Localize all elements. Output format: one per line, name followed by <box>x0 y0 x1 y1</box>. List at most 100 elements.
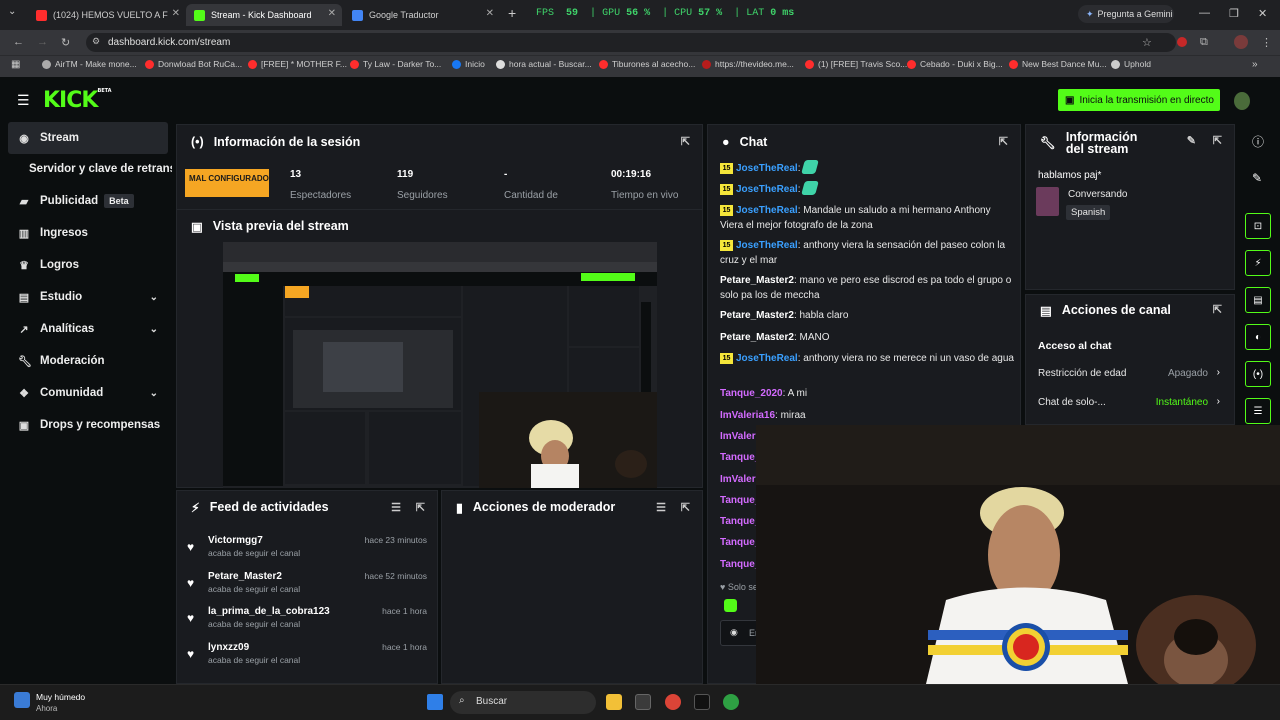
go-live-button[interactable]: ▣ Inicia la transmisión en directo <box>1058 89 1220 111</box>
bookmark-item[interactable]: Uphold <box>1111 59 1151 69</box>
sidebar-item-server-key[interactable]: Servidor y clave de retransmisión <box>8 153 172 185</box>
chat-username[interactable]: Petare_Master2 <box>720 332 794 343</box>
emote-picker-icon[interactable] <box>724 599 737 612</box>
bookmark-item[interactable]: Tiburones al acecho... <box>599 59 695 69</box>
extension-icon[interactable] <box>1177 37 1187 47</box>
store-icon[interactable] <box>635 694 651 710</box>
popout-icon[interactable]: ⇱ <box>999 135 1008 148</box>
sidebar-item-analytics[interactable]: ↗ Analíticas ⌄ <box>8 313 168 345</box>
sidebar-item-revenue[interactable]: ▥ Ingresos <box>8 217 168 249</box>
chat-username[interactable]: JoseTheReal <box>736 353 798 364</box>
chat-username[interactable]: Tanque_ <box>720 516 760 527</box>
menu-dots-icon[interactable]: ⋮ <box>1261 36 1272 49</box>
sidebar-item-community[interactable]: ❖ Comunidad ⌄ <box>8 377 168 409</box>
chat-username[interactable]: Tanque_ <box>720 452 760 463</box>
file-explorer-icon[interactable] <box>606 694 622 710</box>
chat-username[interactable]: Petare_Master2 <box>720 275 794 286</box>
tab-search-icon[interactable]: ⌄ <box>8 6 16 17</box>
popout-icon[interactable]: ⇱ <box>681 135 690 148</box>
rail-chat-button[interactable]: ◐ <box>1245 324 1271 350</box>
chat-username[interactable]: JoseTheReal <box>736 163 798 174</box>
edit-pencil-icon[interactable]: ✎ <box>1252 171 1262 185</box>
chat-username[interactable]: Tanque_ <box>720 559 760 570</box>
minimize-icon[interactable]: — <box>1199 7 1210 19</box>
close-icon[interactable]: ✕ <box>172 8 180 19</box>
bookmark-item[interactable]: (1) [FREE] Travis Sco... <box>805 59 907 69</box>
bookmark-item[interactable]: Donwload Bot RuCa... <box>145 59 242 69</box>
chat-username[interactable]: JoseTheReal <box>736 184 798 195</box>
profile-avatar[interactable] <box>1234 35 1248 49</box>
chat-username[interactable]: Tanque_ <box>720 537 760 548</box>
close-icon[interactable]: ✕ <box>486 8 494 19</box>
filter-icon[interactable]: ☰ <box>391 501 401 514</box>
bookmark-item[interactable]: Cebado - Duki x Big... <box>907 59 1003 69</box>
chat-username[interactable]: ImValeri <box>720 474 758 485</box>
reload-icon[interactable]: ↻ <box>61 36 70 49</box>
kick-logo[interactable]: KICKBETA <box>43 88 112 113</box>
tab-google-translate[interactable]: Google Traductor ✕ <box>344 4 500 26</box>
sidebar-item-moderation[interactable]: 🔧︎ Moderación <box>8 345 168 377</box>
user-avatar[interactable] <box>1234 92 1250 110</box>
windows-start-icon[interactable] <box>427 694 443 710</box>
forward-icon[interactable]: → <box>37 36 48 48</box>
site-info-icon[interactable]: ⚙ <box>92 36 100 47</box>
rail-list-button[interactable]: ☰ <box>1245 398 1271 424</box>
rail-flash-button[interactable]: ⚡︎ <box>1245 250 1271 276</box>
chat-username[interactable]: Petare_Master2 <box>720 310 794 321</box>
follower-name[interactable]: Victormgg7 <box>208 535 263 546</box>
edit-pencil-icon[interactable]: ✎ <box>1187 135 1196 147</box>
bookmark-item[interactable]: hora actual - Buscar... <box>496 59 592 69</box>
new-tab-button[interactable]: + <box>508 5 516 21</box>
tab-youtube[interactable]: (1024) HEMOS VUELTO A F ✕ <box>28 4 186 26</box>
sidebar-item-studio[interactable]: ▤ Estudio ⌄ <box>8 281 168 313</box>
tab-kick-dashboard[interactable]: Stream - Kick Dashboard ✕ <box>186 4 342 26</box>
follower-name[interactable]: lynxzz09 <box>208 642 249 653</box>
rail-broadcast-button[interactable]: (•) <box>1245 361 1271 387</box>
chat-username[interactable]: Tanque_2020 <box>720 388 783 399</box>
popout-icon[interactable]: ⇱ <box>1213 303 1222 316</box>
close-icon[interactable]: ✕ <box>328 8 336 19</box>
popout-icon[interactable]: ⇱ <box>416 501 425 514</box>
bookmark-item[interactable]: Ty Law - Darker To... <box>350 59 441 69</box>
taskbar-search[interactable]: ⌕ Buscar <box>450 691 596 714</box>
bookmark-item[interactable]: https://thevideo.me... <box>702 59 794 69</box>
gemini-button[interactable]: ✦ Pregunta a Gemini <box>1078 5 1174 23</box>
chat-username[interactable]: JoseTheReal <box>736 205 798 216</box>
extensions-icon[interactable]: ⧉ <box>1200 36 1208 49</box>
bookmark-star-icon[interactable]: ☆ <box>1142 36 1152 49</box>
chrome-icon[interactable] <box>665 694 681 710</box>
back-icon[interactable]: ← <box>13 36 24 48</box>
category-name[interactable]: Conversando <box>1068 189 1127 200</box>
rail-camera-button[interactable]: ⊡ <box>1245 213 1271 239</box>
weather-text[interactable]: Muy húmedo <box>36 692 85 702</box>
slow-mode-row[interactable]: Chat de solo-... Instantáneo › <box>1026 394 1234 412</box>
apps-grid-icon[interactable]: ▦ <box>11 59 20 70</box>
chat-username[interactable]: JoseTheReal <box>736 240 798 251</box>
url-bar[interactable]: ⚙ dashboard.kick.com/stream <box>86 33 1176 52</box>
sidebar-item-ads[interactable]: ▰ Publicidad Beta <box>8 185 168 217</box>
popout-icon[interactable]: ⇱ <box>1213 135 1222 147</box>
chat-username[interactable]: ImValeria16 <box>720 410 775 421</box>
sidebar-item-drops[interactable]: ▣ Drops y recompensas <box>8 409 168 441</box>
sidebar-item-stream[interactable]: ◉ Stream <box>8 122 168 154</box>
emoji-icon[interactable]: ◉ <box>730 627 738 638</box>
bookmark-item[interactable]: AirTM - Make mone... <box>42 59 137 69</box>
bookmark-item[interactable]: New Best Dance Mu... <box>1009 59 1107 69</box>
bookmark-item[interactable]: Inicio <box>452 59 485 69</box>
bookmark-item[interactable]: [FREE] * MOTHER F... <box>248 59 347 69</box>
maximize-icon[interactable]: ❐ <box>1229 7 1239 20</box>
chat-username[interactable]: ImValeri <box>720 431 758 442</box>
follower-name[interactable]: Petare_Master2 <box>208 571 282 582</box>
more-bookmarks-icon[interactable]: » <box>1252 59 1258 70</box>
popout-icon[interactable]: ⇱ <box>681 501 690 514</box>
rail-clipboard-button[interactable]: ▤ <box>1245 287 1271 313</box>
hamburger-menu-icon[interactable]: ☰ <box>17 92 30 109</box>
weather-icon[interactable] <box>14 692 30 708</box>
sidebar-item-achievements[interactable]: ♛ Logros <box>8 249 168 281</box>
age-restriction-row[interactable]: Restricción de edad Apagado › <box>1026 365 1234 383</box>
app-icon[interactable] <box>723 694 739 710</box>
chat-username[interactable]: Tanque_ <box>720 495 760 506</box>
app-icon[interactable] <box>694 694 710 710</box>
follower-name[interactable]: la_prima_de_la_cobra123 <box>208 606 330 617</box>
stream-preview-video[interactable] <box>223 242 657 488</box>
